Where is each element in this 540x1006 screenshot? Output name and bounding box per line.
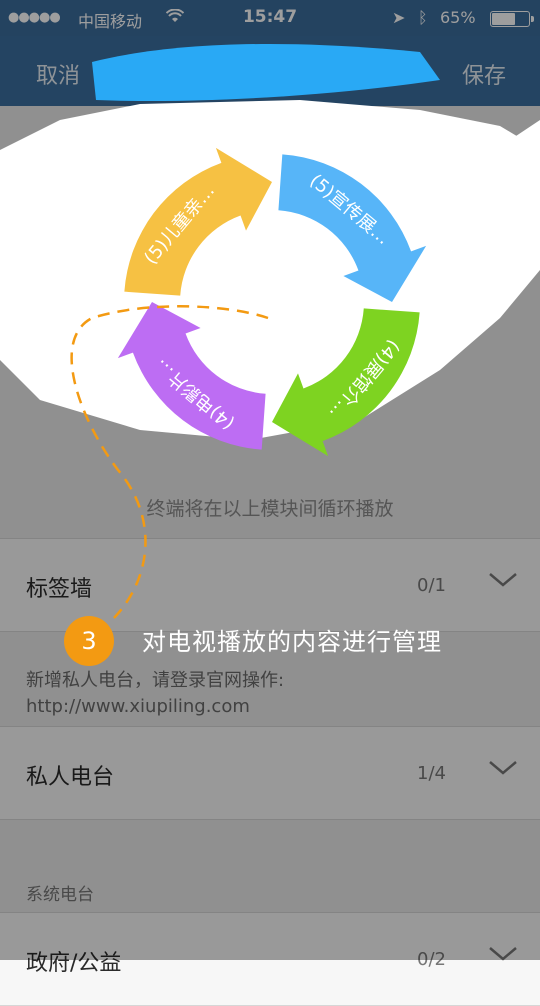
annotation-text: 对电视播放的内容进行管理	[142, 628, 442, 656]
brush-stroke-blue	[92, 43, 440, 102]
brush-stroke-white	[0, 100, 540, 440]
tutorial-overlay: (5)儿童亲… (5)宣传展… (4)展馆介… (4)电影片… 终端将在以上模块间循环…	[0, 0, 540, 960]
step-badge: 3	[64, 616, 114, 666]
cycle-caption: 终端将在以上模块间循环播放	[146, 498, 394, 520]
